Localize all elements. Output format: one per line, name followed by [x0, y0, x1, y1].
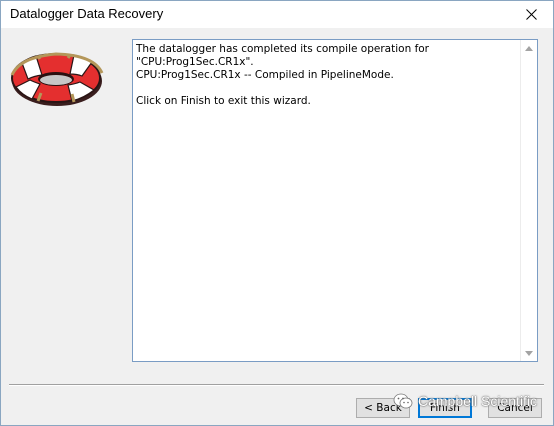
message-textbox[interactable]: The datalogger has completed its compile… — [132, 39, 538, 362]
cancel-button[interactable]: Cancel — [488, 398, 542, 418]
wizard-window: Datalogger Data Recovery The datalogger … — [0, 0, 554, 426]
vertical-scrollbar[interactable] — [520, 40, 537, 361]
close-button[interactable] — [509, 1, 553, 28]
back-button[interactable]: < Back — [356, 398, 410, 418]
lifebuoy-icon — [10, 52, 104, 106]
footer-separator — [9, 384, 544, 386]
chevron-down-icon — [525, 350, 533, 356]
close-icon — [525, 9, 537, 20]
window-title: Datalogger Data Recovery — [10, 6, 164, 21]
finish-button[interactable]: Finish — [418, 398, 472, 418]
scroll-down-button[interactable] — [521, 345, 537, 361]
message-text: The datalogger has completed its compile… — [136, 43, 430, 107]
chevron-up-icon — [525, 45, 533, 51]
title-bar: Datalogger Data Recovery — [1, 1, 553, 28]
scroll-up-button[interactable] — [521, 40, 537, 56]
